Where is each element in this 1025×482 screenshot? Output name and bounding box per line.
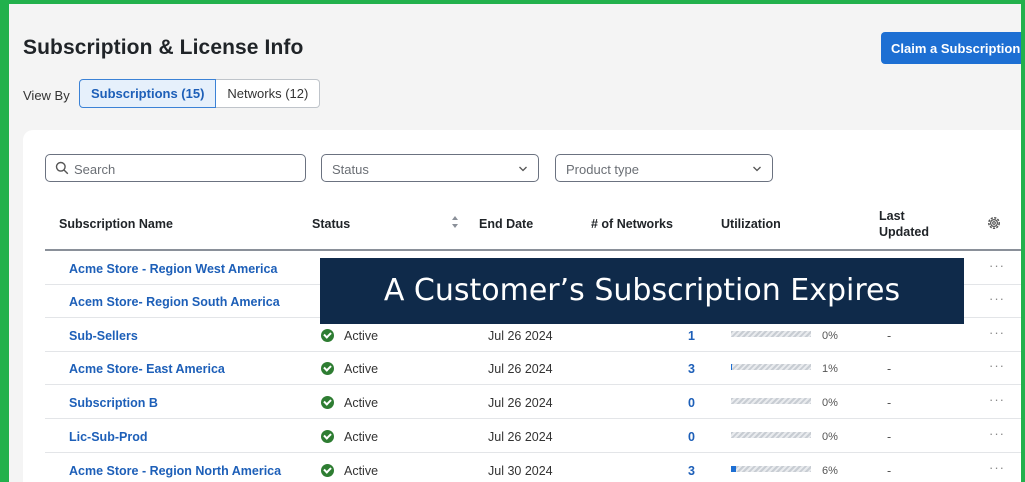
status-cell: Active	[321, 329, 378, 343]
table-header-divider	[45, 249, 1021, 251]
search-input[interactable]: Search	[45, 154, 306, 182]
subscription-name-link[interactable]: Lic-Sub-Prod	[69, 430, 147, 444]
utilization-bar	[731, 466, 811, 472]
utilization-percent: 0%	[822, 431, 838, 443]
status-text: Active	[344, 430, 379, 444]
utilization-bar	[731, 364, 811, 370]
product-type-filter-dropdown[interactable]: Product type	[555, 154, 773, 182]
end-date-cell: Jul 26 2024	[488, 362, 553, 376]
column-header-utilization[interactable]: Utilization	[721, 217, 781, 231]
subscription-name-link[interactable]: Acme Store - Region North America	[69, 464, 281, 478]
app-frame: Subscription & License Info Claim a Subs…	[0, 0, 1025, 482]
row-actions-menu[interactable]: ···	[989, 325, 1005, 340]
status-filter-dropdown[interactable]: Status	[321, 154, 539, 182]
check-circle-icon	[321, 396, 334, 409]
table-row[interactable]: Acme Store - Region North America Active…	[45, 454, 1021, 482]
row-actions-menu[interactable]: ···	[989, 358, 1005, 373]
end-date-cell: Jul 26 2024	[488, 430, 553, 444]
utilization-bar	[731, 398, 811, 404]
view-by-networks-tab[interactable]: Networks (12)	[216, 79, 321, 108]
end-date-cell: Jul 26 2024	[488, 396, 553, 410]
status-text: Active	[344, 464, 379, 478]
view-by-label: View By	[23, 88, 70, 103]
check-circle-icon	[321, 329, 334, 342]
status-text: Active	[344, 362, 379, 376]
column-header-subscription-name[interactable]: Subscription Name	[59, 217, 173, 231]
last-updated-cell: -	[887, 430, 892, 444]
subscription-name-link[interactable]: Subscription B	[69, 396, 158, 410]
utilization-bar	[731, 432, 811, 438]
last-updated-cell: -	[887, 362, 892, 376]
product-type-filter-placeholder: Product type	[566, 162, 639, 177]
column-header-last-updated[interactable]: Last Updated	[879, 208, 949, 240]
column-header-networks[interactable]: # of Networks	[591, 217, 673, 231]
last-updated-cell: -	[887, 396, 892, 410]
claim-subscription-button[interactable]: Claim a Subscription	[881, 32, 1021, 64]
utilization-percent: 1%	[822, 363, 838, 375]
row-actions-menu[interactable]: ···	[989, 392, 1005, 407]
sort-icon[interactable]	[451, 215, 459, 229]
row-actions-menu[interactable]: ···	[989, 291, 1005, 306]
status-text: Active	[344, 329, 379, 343]
chevron-down-icon	[753, 166, 761, 172]
networks-count-link[interactable]: 1	[675, 329, 695, 343]
view-by-subscriptions-tab[interactable]: Subscriptions (15)	[79, 79, 217, 108]
check-circle-icon	[321, 430, 334, 443]
table-row[interactable]: Subscription B Active Jul 26 2024 0 0% -…	[45, 386, 1021, 419]
check-circle-icon	[321, 464, 334, 477]
utilization-bar-fill	[731, 364, 732, 370]
check-circle-icon	[321, 362, 334, 375]
utilization-percent: 6%	[822, 465, 838, 477]
subscription-name-link[interactable]: Acem Store- Region South America	[69, 295, 280, 309]
end-date-cell: Jul 30 2024	[488, 464, 553, 478]
last-updated-cell: -	[887, 329, 892, 343]
last-updated-cell: -	[887, 464, 892, 478]
search-icon	[55, 161, 69, 175]
networks-count-link[interactable]: 3	[675, 464, 695, 478]
subscription-name-link[interactable]: Sub-Sellers	[69, 329, 138, 343]
networks-count-link[interactable]: 0	[675, 396, 695, 410]
status-cell: Active	[321, 396, 378, 410]
utilization-bar	[731, 331, 811, 337]
status-cell: Active	[321, 464, 378, 478]
column-header-end-date[interactable]: End Date	[479, 217, 533, 231]
utilization-percent: 0%	[822, 397, 838, 409]
end-date-cell: Jul 26 2024	[488, 329, 553, 343]
column-header-status[interactable]: Status	[312, 217, 350, 231]
table-row[interactable]: Lic-Sub-Prod Active Jul 26 2024 0 0% - ·…	[45, 420, 1021, 453]
expiry-banner: A Customer’s Subscription Expires	[320, 258, 964, 324]
view-by-toggle: Subscriptions (15) Networks (12)	[79, 79, 321, 108]
search-placeholder: Search	[74, 162, 116, 177]
row-actions-menu[interactable]: ···	[989, 426, 1005, 441]
row-actions-menu[interactable]: ···	[989, 460, 1005, 475]
status-cell: Active	[321, 430, 378, 444]
subscription-name-link[interactable]: Acme Store - Region West America	[69, 262, 277, 276]
utilization-percent: 0%	[822, 330, 838, 342]
table-row[interactable]: Acme Store- East America Active Jul 26 2…	[45, 352, 1021, 385]
utilization-bar-fill	[731, 466, 736, 472]
status-text: Active	[344, 396, 379, 410]
networks-count-link[interactable]: 3	[675, 362, 695, 376]
status-filter-placeholder: Status	[332, 162, 369, 177]
status-cell: Active	[321, 362, 378, 376]
chevron-down-icon	[519, 166, 527, 172]
row-actions-menu[interactable]: ···	[989, 258, 1005, 273]
page-title: Subscription & License Info	[23, 36, 304, 59]
networks-count-link[interactable]: 0	[675, 430, 695, 444]
subscription-name-link[interactable]: Acme Store- East America	[69, 362, 225, 376]
gear-icon[interactable]	[986, 215, 1002, 231]
